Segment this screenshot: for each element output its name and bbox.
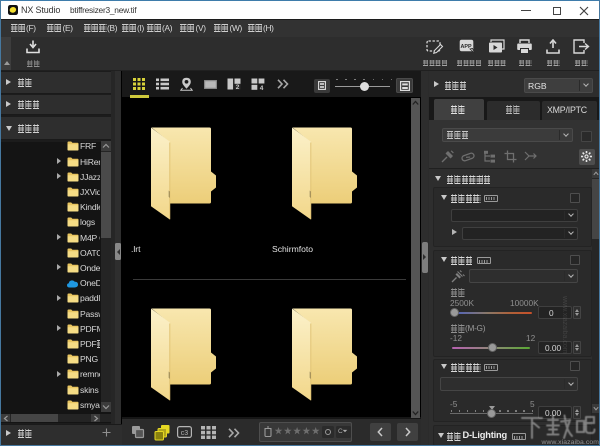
svg-text:2: 2 [235, 84, 239, 90]
svg-text:4: 4 [259, 85, 263, 90]
svg-text:c3: c3 [181, 430, 189, 437]
